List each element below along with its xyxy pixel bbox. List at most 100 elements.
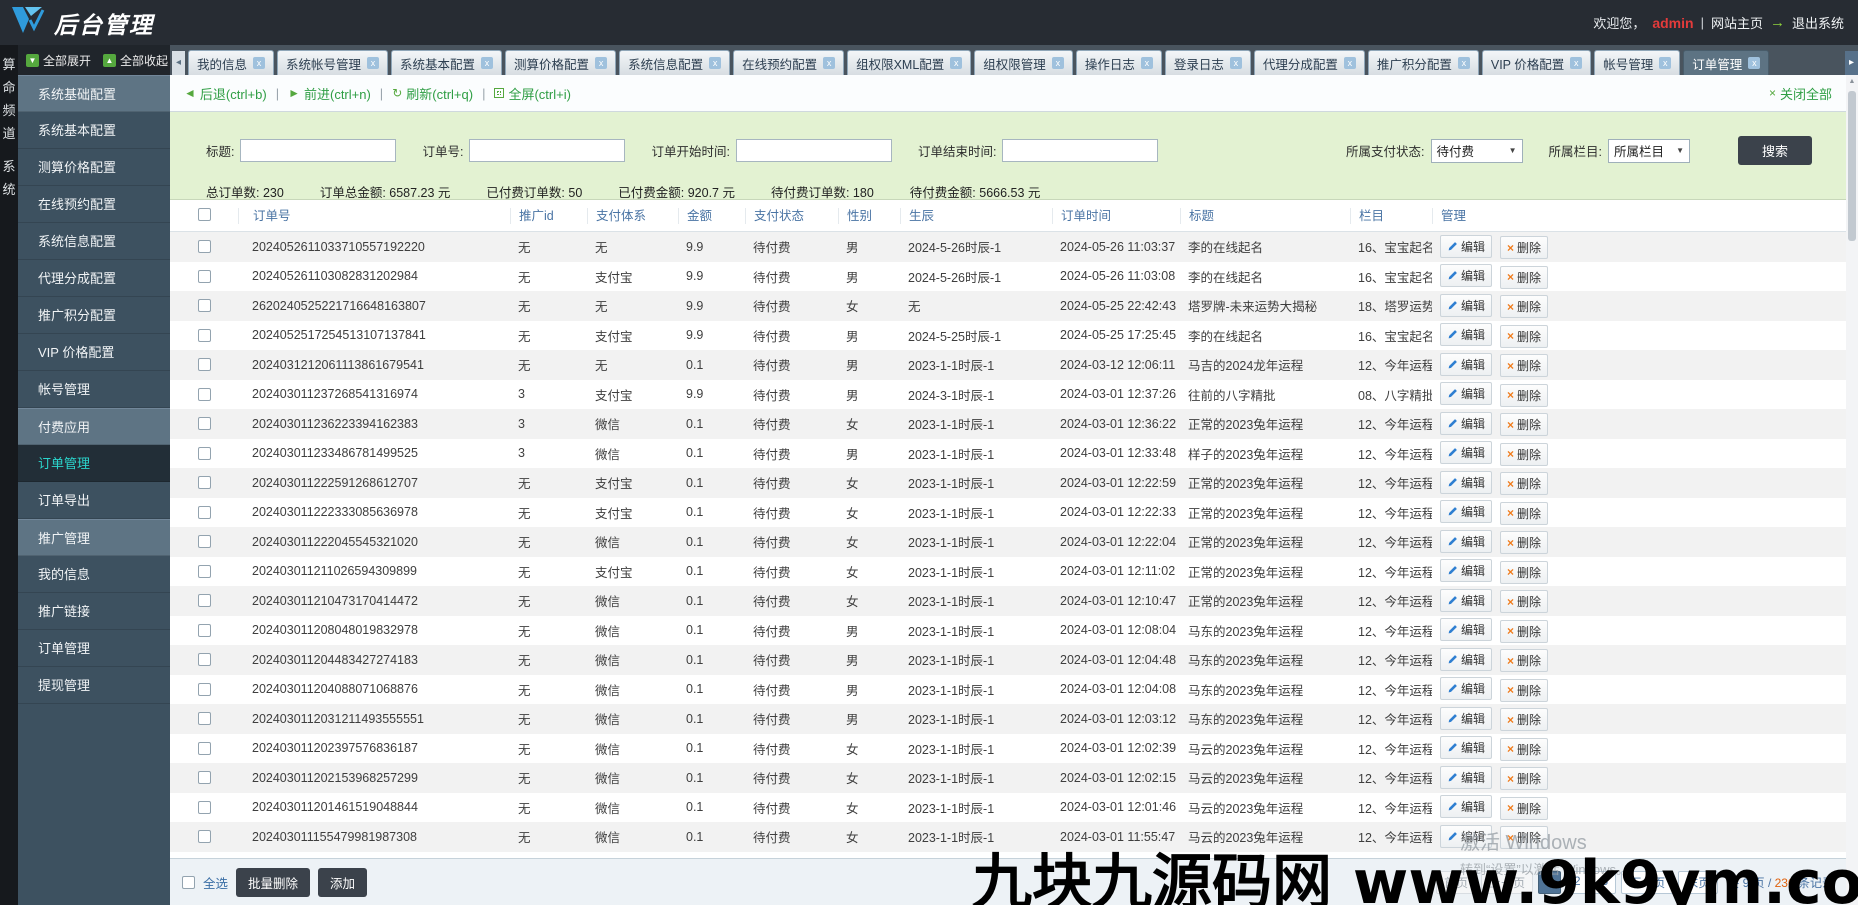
edit-button[interactable]: 编辑 — [1440, 323, 1493, 346]
tab-5[interactable]: 在线预约配置 x — [733, 50, 845, 75]
delete-button[interactable]: × 删除 — [1500, 560, 1549, 584]
edit-button[interactable]: 编辑 — [1440, 824, 1493, 848]
edit-button[interactable]: 编辑 — [1440, 470, 1493, 494]
category-select[interactable]: 所属栏目 ▼ — [1607, 138, 1690, 163]
sidebar-item-3[interactable]: 在线预约配置 — [18, 186, 170, 223]
edit-button[interactable]: 编辑 — [1440, 500, 1493, 523]
sidebar-group-0[interactable]: 系统基础配置 — [18, 75, 170, 112]
row-checkbox[interactable] — [197, 446, 211, 460]
delete-button[interactable]: × 删除 — [1500, 295, 1549, 318]
sidebar-item-16[interactable]: 提现管理 — [18, 667, 170, 704]
edit-button[interactable]: 编辑 — [1440, 382, 1493, 405]
channel-2[interactable]: 系统 — [0, 155, 18, 201]
tab-10[interactable]: 代理分成配置 x — [1253, 50, 1365, 75]
delete-button[interactable]: × 删除 — [1500, 678, 1549, 702]
logout-link[interactable]: 退出系统 — [1792, 13, 1844, 32]
tab-scroll-right-button[interactable]: ▸ — [1845, 51, 1858, 75]
pay-status-select[interactable]: 待付费 ▼ — [1430, 138, 1523, 163]
tab-1[interactable]: 系统帐号管理 x — [277, 50, 389, 75]
batch-delete-button[interactable]: 批量删除 — [236, 867, 311, 897]
delete-button[interactable]: × 删除 — [1500, 590, 1549, 613]
collapse-all-button[interactable]: ▲ 全部收起 — [103, 52, 168, 69]
refresh-button[interactable]: ↻ 刷新(ctrl+q) — [392, 84, 473, 103]
edit-button[interactable]: 编辑 — [1440, 559, 1493, 582]
sidebar-item-7[interactable]: VIP 价格配置 — [18, 334, 170, 371]
tab-11[interactable]: 推广积分配置 x — [1367, 50, 1479, 75]
row-checkbox[interactable] — [197, 476, 211, 490]
row-checkbox[interactable] — [197, 328, 211, 342]
delete-button[interactable]: × 删除 — [1500, 265, 1549, 289]
row-checkbox[interactable] — [197, 623, 211, 637]
sidebar-item-11[interactable]: 订单导出 — [18, 482, 170, 519]
page-3[interactable]: 3 — [1593, 870, 1617, 894]
sidebar-item-6[interactable]: 推广积分配置 — [18, 297, 170, 334]
delete-button[interactable]: × 删除 — [1500, 383, 1549, 407]
channel-1[interactable]: 算命频道 — [0, 53, 18, 145]
row-checkbox[interactable] — [197, 830, 211, 844]
sidebar-item-5[interactable]: 代理分成配置 — [18, 260, 170, 297]
edit-button[interactable]: 编辑 — [1440, 677, 1493, 700]
row-checkbox[interactable] — [197, 417, 211, 431]
sidebar-item-15[interactable]: 订单管理 — [18, 630, 170, 667]
page-first[interactable]: 首页 — [1436, 870, 1477, 894]
page-prev[interactable]: 上一页 — [1481, 870, 1534, 894]
delete-button[interactable]: × 删除 — [1500, 442, 1549, 466]
edit-button[interactable]: 编辑 — [1440, 618, 1493, 641]
scrollbar-thumb[interactable] — [1848, 91, 1856, 241]
scroll-up-arrow[interactable]: ▲ — [1846, 75, 1858, 89]
tab-close-icon[interactable]: x — [1457, 57, 1470, 69]
edit-button[interactable]: 编辑 — [1440, 411, 1493, 435]
edit-button[interactable]: 编辑 — [1440, 441, 1493, 464]
tab-close-icon[interactable]: x — [1570, 57, 1583, 69]
add-button[interactable]: 添加 — [318, 867, 368, 897]
sidebar-item-4[interactable]: 系统信息配置 — [18, 223, 170, 260]
edit-button[interactable]: 编辑 — [1440, 293, 1493, 317]
row-checkbox[interactable] — [197, 299, 211, 313]
tab-2[interactable]: 系统基本配置 x — [391, 50, 503, 75]
tab-close-icon[interactable]: x — [595, 57, 608, 69]
delete-button[interactable]: × 删除 — [1500, 649, 1549, 672]
sidebar-item-active[interactable]: 订单管理 — [18, 445, 170, 482]
edit-button[interactable]: 编辑 — [1440, 736, 1493, 759]
edit-button[interactable]: 编辑 — [1440, 795, 1493, 818]
tab-close-icon[interactable]: x — [709, 57, 722, 69]
tab-close-icon[interactable]: x — [1051, 57, 1064, 69]
delete-button[interactable]: × 删除 — [1500, 796, 1549, 820]
tab-close-icon[interactable]: x — [1748, 57, 1761, 69]
page-1[interactable]: 1 — [1538, 870, 1561, 894]
tab-6[interactable]: 组权限XML配置 x — [847, 50, 972, 75]
edit-button[interactable]: 编辑 — [1440, 588, 1493, 612]
close-all-button[interactable]: × 关闭全部 — [1769, 84, 1832, 103]
tab-close-icon[interactable]: x — [367, 57, 380, 69]
tab-4[interactable]: 系统信息配置 x — [619, 50, 731, 75]
row-checkbox[interactable] — [197, 771, 211, 785]
sidebar-item-13[interactable]: 我的信息 — [18, 556, 170, 593]
fullscreen-button[interactable]: 全屏(ctrl+i) — [494, 84, 571, 103]
tab-close-icon[interactable]: x — [481, 57, 494, 69]
select-all-label[interactable]: 全选 — [203, 873, 228, 892]
delete-button[interactable]: × 删除 — [1500, 531, 1549, 554]
tab-3[interactable]: 测算价格配置 x — [505, 50, 617, 75]
tab-9[interactable]: 登录日志 x — [1164, 50, 1251, 75]
tab-close-icon[interactable]: x — [823, 57, 836, 69]
sidebar-item-8[interactable]: 帐号管理 — [18, 371, 170, 408]
row-checkbox[interactable] — [197, 358, 211, 372]
edit-button[interactable]: 编辑 — [1440, 264, 1493, 287]
title-input[interactable] — [240, 139, 397, 162]
delete-button[interactable]: × 删除 — [1500, 708, 1549, 731]
sidebar-item-2[interactable]: 测算价格配置 — [18, 149, 170, 186]
tab-active[interactable]: 订单管理 x — [1683, 50, 1770, 75]
scroll-down-arrow[interactable]: ▼ — [1846, 891, 1858, 905]
delete-button[interactable]: × 删除 — [1500, 501, 1549, 525]
row-checkbox[interactable] — [197, 269, 211, 283]
sidebar-group-12[interactable]: 推广管理 — [18, 519, 170, 556]
delete-button[interactable]: × 删除 — [1500, 413, 1549, 436]
sidebar-item-1[interactable]: 系统基本配置 — [18, 112, 170, 149]
back-button[interactable]: ◄ 后退(ctrl+b) — [184, 84, 267, 103]
row-checkbox[interactable] — [197, 653, 211, 667]
tab-0[interactable]: 我的信息 x — [188, 50, 275, 75]
tab-close-icon[interactable]: x — [253, 57, 266, 69]
tab-close-icon[interactable]: x — [950, 57, 963, 69]
expand-all-button[interactable]: ▼ 全部展开 — [26, 52, 91, 69]
order-start-input[interactable] — [735, 139, 892, 162]
